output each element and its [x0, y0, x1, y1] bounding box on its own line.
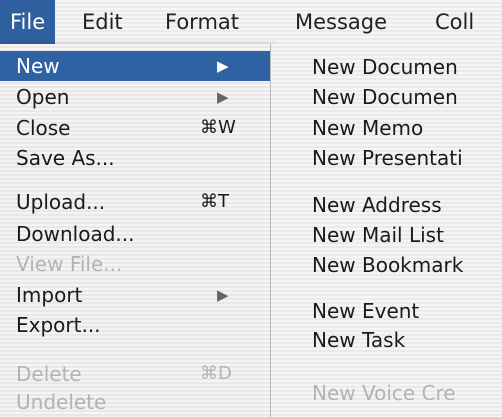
menu-item-new[interactable]: New ▶: [0, 51, 270, 81]
submenu-arrow-icon: ▶: [217, 286, 229, 304]
menu-item-label: View File...: [16, 252, 123, 276]
submenu-arrow-icon: ▶: [217, 57, 229, 75]
new-submenu: New Documen New Documen New Memo New Pre…: [271, 44, 502, 417]
submenu-item-label: New Address: [312, 193, 442, 217]
menu-item-label: Upload...: [16, 190, 106, 214]
menu-item-label: New: [16, 54, 60, 78]
submenu-item-label: New Task: [312, 328, 406, 352]
menu-item-download[interactable]: Download...: [0, 219, 270, 249]
submenu-item-label: New Event: [312, 299, 420, 323]
submenu-item-label: New Presentati: [312, 146, 463, 170]
menu-item-export[interactable]: Export...: [0, 310, 270, 340]
menu-item-label: Open: [16, 85, 70, 109]
shortcut-text: ⌘T: [200, 191, 229, 212]
menu-coll[interactable]: Coll: [425, 0, 484, 44]
submenu-item-label: New Memo: [312, 116, 424, 140]
submenu-item-label: New Documen: [312, 85, 458, 109]
submenu-item-label: New Bookmark: [312, 253, 464, 277]
menu-message[interactable]: Message: [285, 0, 397, 44]
menu-item-label: Save As...: [16, 146, 115, 170]
menu-item-label: Undelete: [16, 390, 107, 414]
menu-bar: File Edit Format Message Coll: [0, 0, 502, 45]
menu-format[interactable]: Format: [155, 0, 249, 44]
menu-item-save-as[interactable]: Save As...: [0, 143, 270, 173]
menu-item-label: Export...: [16, 313, 101, 337]
submenu-item-label: New Documen: [312, 55, 458, 79]
submenu-arrow-icon: ▶: [217, 88, 229, 106]
menu-item-import[interactable]: Import ▶: [0, 280, 270, 310]
submenu-item-new-memo[interactable]: New Memo: [271, 113, 502, 143]
menu-item-label: Download...: [16, 222, 135, 246]
submenu-item-new-task[interactable]: New Task: [271, 325, 502, 355]
file-menu-dropdown: New ▶ Open ▶ Close ⌘W Save As... Upload.…: [0, 44, 271, 417]
menu-item-open[interactable]: Open ▶: [0, 82, 270, 112]
menu-item-label: Delete: [16, 362, 82, 386]
menu-item-undelete[interactable]: Undelete: [0, 387, 270, 417]
menu-item-delete[interactable]: Delete ⌘D: [0, 359, 270, 389]
menu-item-view-file[interactable]: View File...: [0, 249, 270, 279]
submenu-item-new-presentation[interactable]: New Presentati: [271, 143, 502, 173]
submenu-item-new-bookmark[interactable]: New Bookmark: [271, 250, 502, 280]
submenu-item-new-document[interactable]: New Documen: [271, 82, 502, 112]
submenu-item-new-voice[interactable]: New Voice Cre: [271, 378, 502, 408]
shortcut-text: ⌘W: [200, 117, 236, 138]
menu-item-upload[interactable]: Upload... ⌘T: [0, 187, 270, 217]
menu-edit[interactable]: Edit: [72, 0, 133, 44]
submenu-item-new-event[interactable]: New Event: [271, 296, 502, 326]
submenu-item-label: New Mail List: [312, 223, 444, 247]
menu-item-label: Import: [16, 283, 83, 307]
menu-item-label: Close: [16, 116, 71, 140]
submenu-item-label: New Voice Cre: [312, 381, 456, 405]
submenu-item-new-mail-list[interactable]: New Mail List: [271, 220, 502, 250]
submenu-item-new-address[interactable]: New Address: [271, 190, 502, 220]
submenu-item-new-document[interactable]: New Documen: [271, 52, 502, 82]
menu-item-close[interactable]: Close ⌘W: [0, 113, 270, 143]
menu-file[interactable]: File: [0, 0, 56, 44]
shortcut-text: ⌘D: [200, 363, 232, 384]
